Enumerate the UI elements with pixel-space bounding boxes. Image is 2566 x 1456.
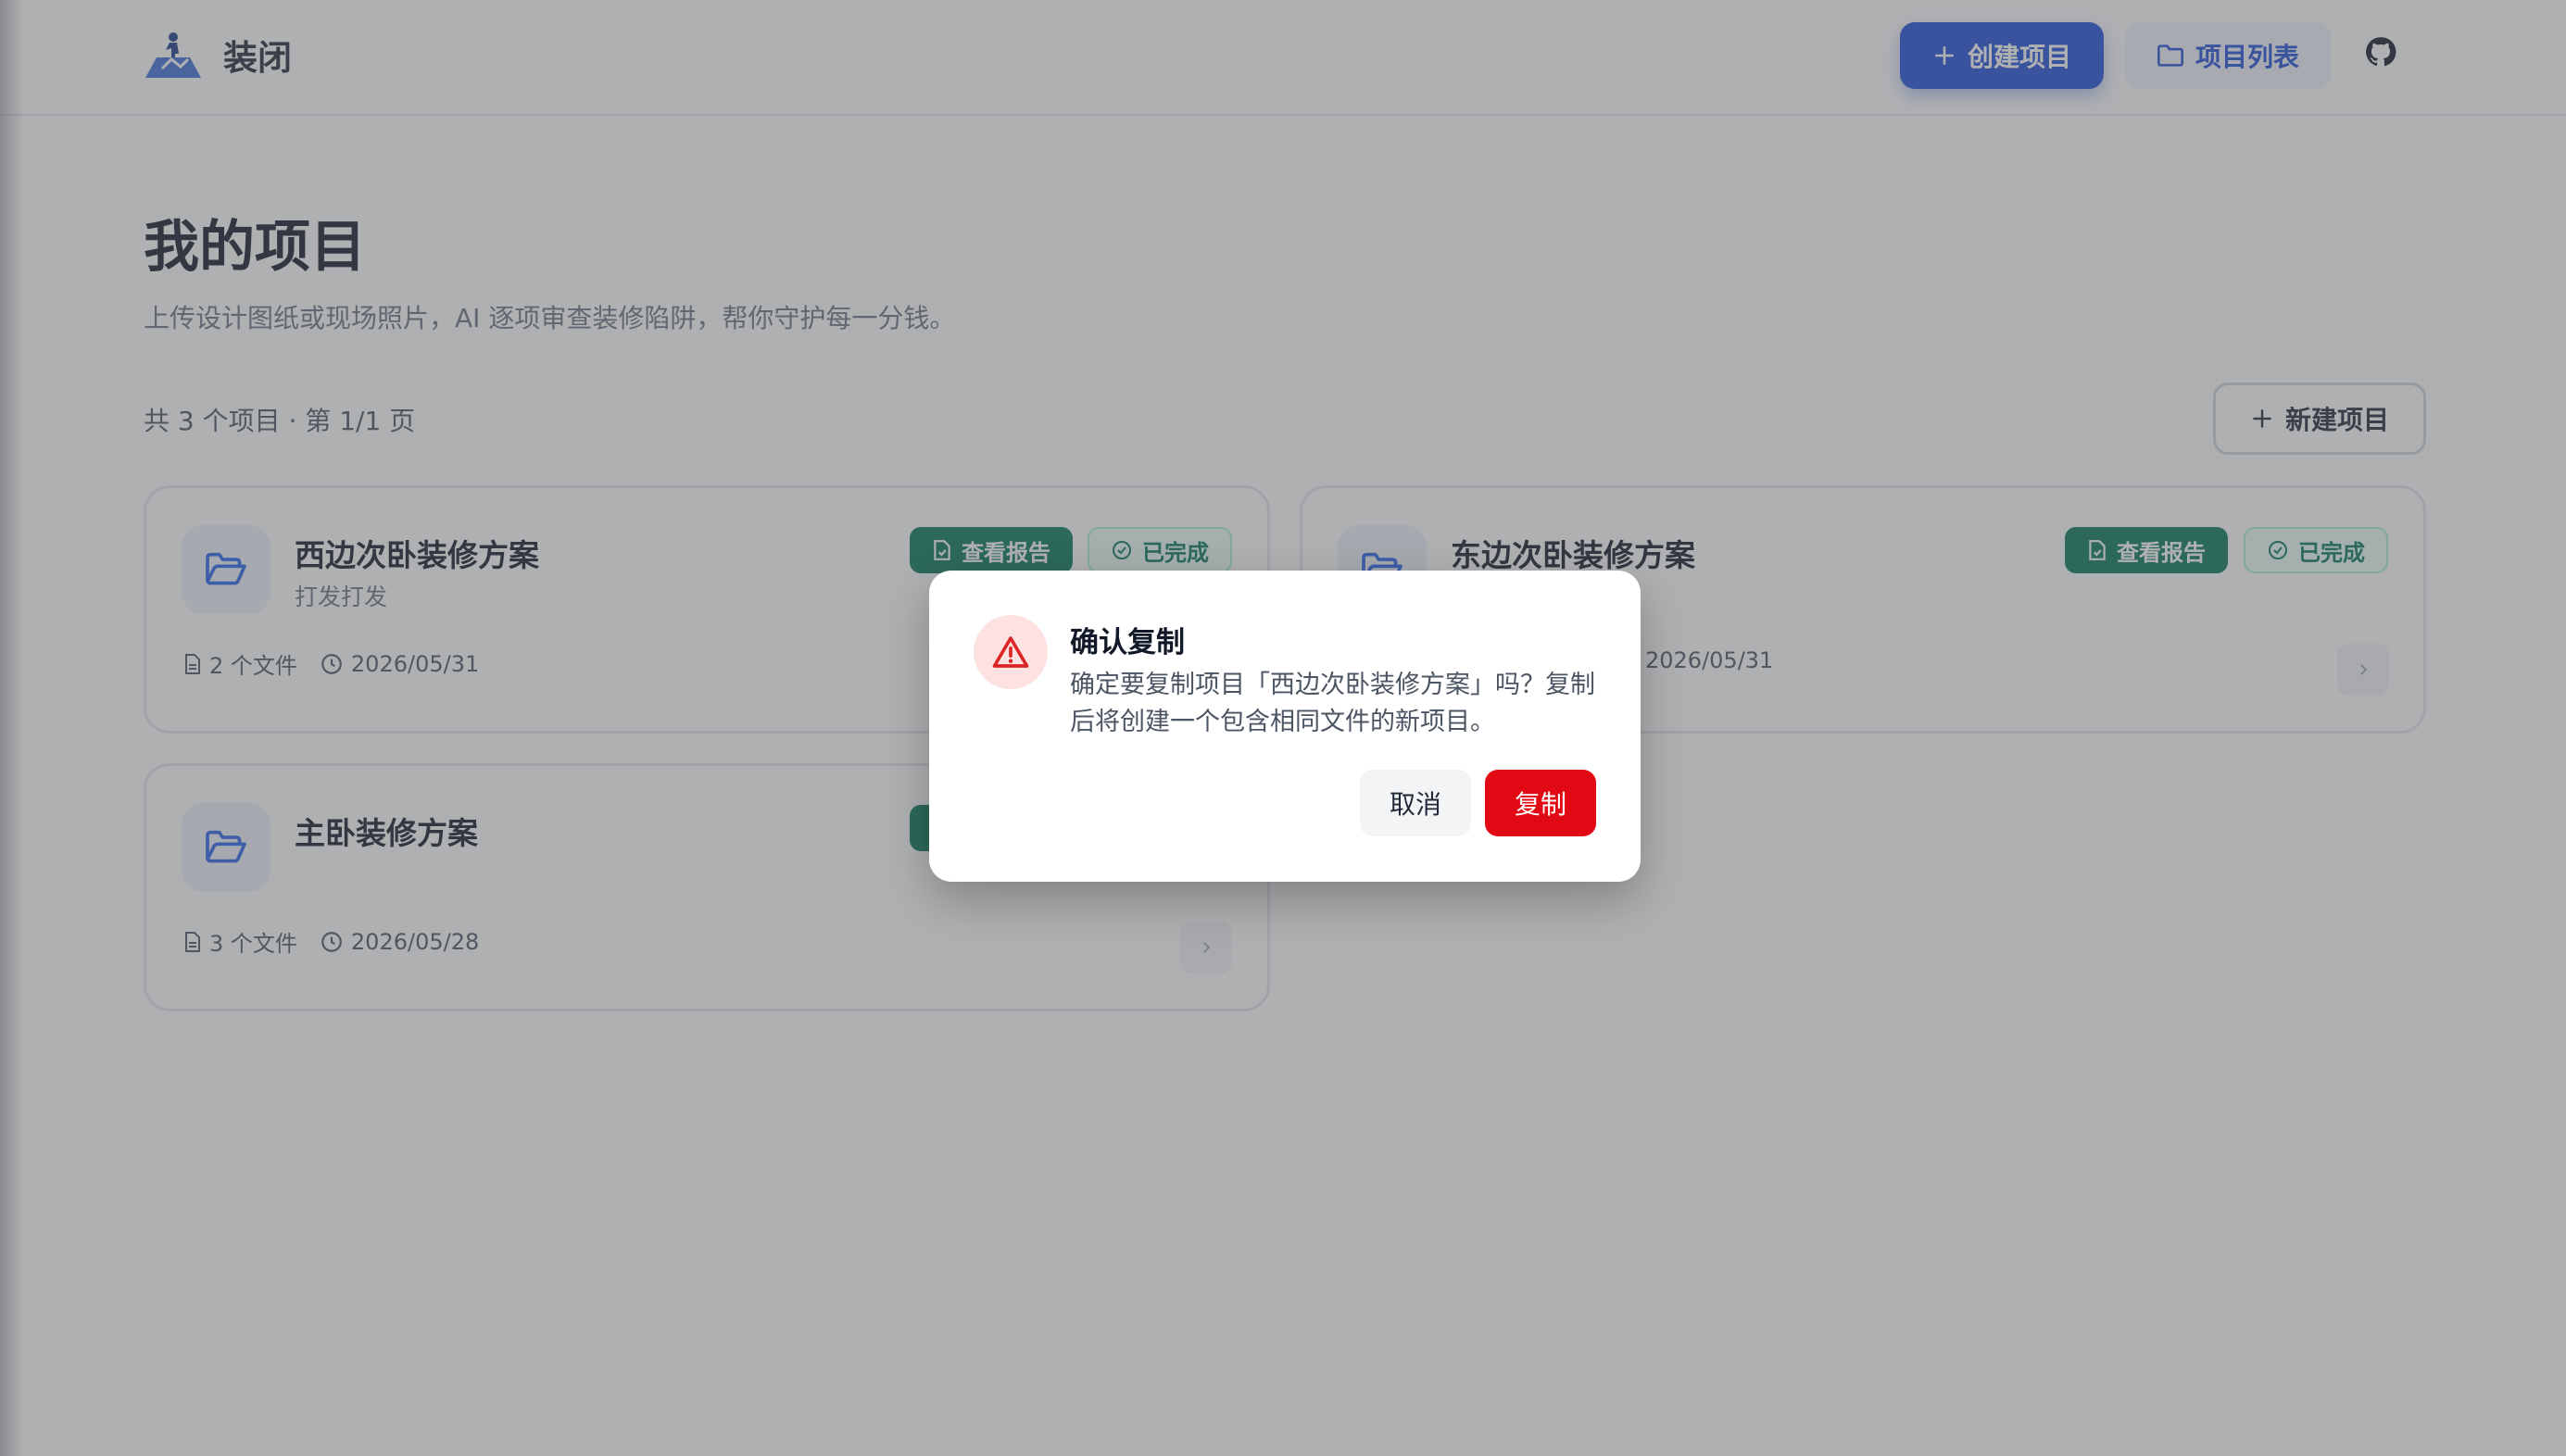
dialog-message: 确定要复制项目「西边次卧装修方案」吗？复制后将创建一个包含相同文件的新项目。: [1070, 671, 1595, 736]
cancel-button[interactable]: 取消: [1360, 770, 1471, 836]
confirm-copy-button[interactable]: 复制: [1485, 770, 1596, 836]
confirm-copy-dialog: 确认复制 确定要复制项目「西边次卧装修方案」吗？复制后将创建一个包含相同文件的新…: [929, 571, 1641, 882]
dialog-title: 确认复制: [1070, 626, 1185, 659]
warning-icon: [974, 615, 1048, 689]
backdrop-edge-shadow: [0, 0, 24, 1456]
